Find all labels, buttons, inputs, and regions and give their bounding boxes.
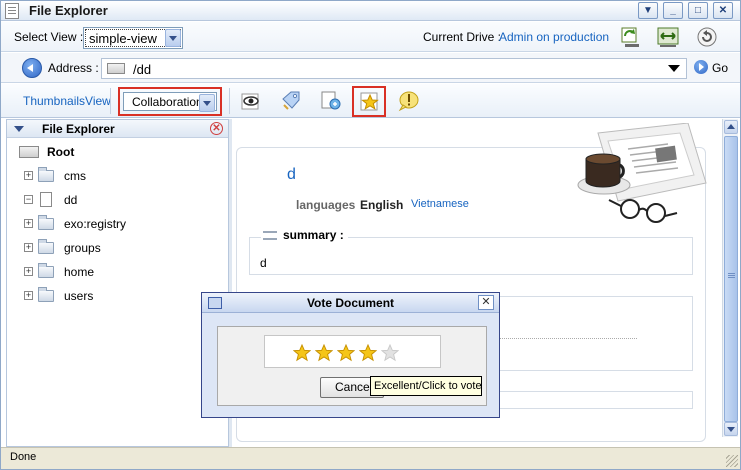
current-language: English [360,198,404,212]
resize-icon[interactable] [656,26,680,48]
tag-icon[interactable] [280,90,302,112]
file-tree-panel: File Explorer ✕ Root + cms − dd + exo:re… [6,119,229,447]
scroll-thumb[interactable] [724,136,738,422]
tree-item-label: groups [64,241,101,255]
view-bar: Select View : simple-view Current Drive … [1,22,740,52]
scroll-up-icon[interactable] [724,120,738,134]
current-drive-link[interactable]: Admin on production [499,30,609,44]
toolbar-divider [110,88,111,114]
vote-highlight [352,86,386,117]
tree-item-label: cms [64,169,86,183]
expand-icon[interactable]: + [24,291,33,300]
select-view-label: Select View : [14,30,84,44]
star-empty-icon[interactable] [381,344,399,362]
tree-root-label: Root [47,145,75,159]
tree-item-label: exo:registry [64,217,127,231]
refresh-icon[interactable] [695,26,719,48]
document-title: d [287,166,296,183]
action-toolbar: ThumbnailsView Collaboration [1,84,740,118]
comment-icon[interactable] [397,90,419,112]
tree-item-exo-registry[interactable]: + exo:registry [24,215,204,232]
thumbnails-view-link[interactable]: ThumbnailsView [23,94,111,108]
status-text: Done [10,451,37,463]
expand-icon[interactable]: + [24,171,33,180]
document-app-icon [5,3,19,19]
address-dropdown-icon[interactable] [668,65,680,72]
summary-label: summary : [283,228,344,242]
expand-icon[interactable]: + [24,243,33,252]
summary-icon [263,231,277,240]
sync-icon[interactable] [619,26,643,48]
close-panel-icon[interactable]: ✕ [210,122,223,135]
star-filled-icon[interactable] [359,344,377,362]
folder-icon [38,287,54,302]
title-bar: File Explorer ▼ _ □ ✕ [1,1,740,21]
address-input[interactable]: /dd [101,58,687,79]
dialog-close-button[interactable]: ✕ [478,295,494,310]
collaboration-highlight: Collaboration [118,87,222,116]
file-tree-title: File Explorer [42,122,115,136]
article-illustration [577,123,707,223]
tree-item-users[interactable]: + users [24,287,204,304]
maximize-button[interactable]: □ [688,2,708,19]
tree-item-label: users [64,289,94,303]
languages-label: languages [296,198,356,212]
vote-dialog-titlebar[interactable]: Vote Document ✕ [202,293,499,313]
address-label: Address : [48,61,99,75]
tree-item-home[interactable]: + home [24,263,204,280]
summary-box [249,237,693,275]
drive-icon [107,63,125,74]
summary-value: d [260,256,267,270]
current-drive-label: Current Drive : [423,30,502,44]
vote-dialog-title: Vote Document [306,296,395,310]
window-title: File Explorer [29,3,108,18]
toolbar-divider [229,88,230,114]
vote-tooltip: Excellent/Click to vote [370,376,482,396]
address-bar: Address : /dd Go [1,53,740,83]
chevron-down-icon[interactable] [165,29,181,47]
drive-icon [19,146,39,158]
go-arrow-icon[interactable] [694,60,708,74]
folder-icon [38,263,54,278]
tree-item-label: dd [64,193,78,207]
summary-heading: summary : [261,228,348,242]
collapse-icon[interactable]: ▼ [638,2,658,19]
collaboration-select-value: Collaboration [132,95,203,109]
view-select-value: simple-view [89,31,157,46]
tree-item-label: home [64,265,95,279]
document-icon [40,192,52,207]
close-button[interactable]: ✕ [713,2,733,19]
status-bar: Done [1,447,740,469]
view-select[interactable]: simple-view [83,27,183,49]
tree-item-groups[interactable]: + groups [24,239,204,256]
minimize-button[interactable]: _ [663,2,683,19]
relation-icon[interactable] [320,90,342,112]
star-filled-icon[interactable] [293,344,311,362]
collapse-icon[interactable]: − [24,195,33,204]
chevron-down-icon[interactable] [199,94,215,112]
vote-star-icon[interactable] [359,91,381,113]
collapse-panel-icon[interactable] [14,126,24,132]
expand-icon[interactable]: + [24,219,33,228]
vote-dialog: Vote Document ✕ Cancel [201,292,500,418]
resize-grip-icon[interactable] [726,455,738,467]
address-value: /dd [133,62,152,77]
watch-icon[interactable] [240,90,262,112]
vertical-scrollbar[interactable] [722,119,738,437]
folder-icon [38,167,54,182]
collaboration-select[interactable]: Collaboration [123,92,217,112]
file-tree-header: File Explorer ✕ [7,120,228,138]
tree-item-cms[interactable]: + cms [24,167,204,184]
language-link-vietnamese[interactable]: Vietnamese [411,198,469,210]
star-filled-icon[interactable] [315,344,333,362]
back-arrow-icon[interactable] [22,58,42,78]
expand-icon[interactable]: + [24,267,33,276]
star-rating [264,335,441,368]
scroll-down-icon[interactable] [724,422,738,436]
tree-item-dd[interactable]: − dd [24,192,204,208]
folder-icon [38,239,54,254]
go-button[interactable]: Go [712,61,728,75]
star-filled-icon[interactable] [337,344,355,362]
folder-icon [38,215,54,230]
